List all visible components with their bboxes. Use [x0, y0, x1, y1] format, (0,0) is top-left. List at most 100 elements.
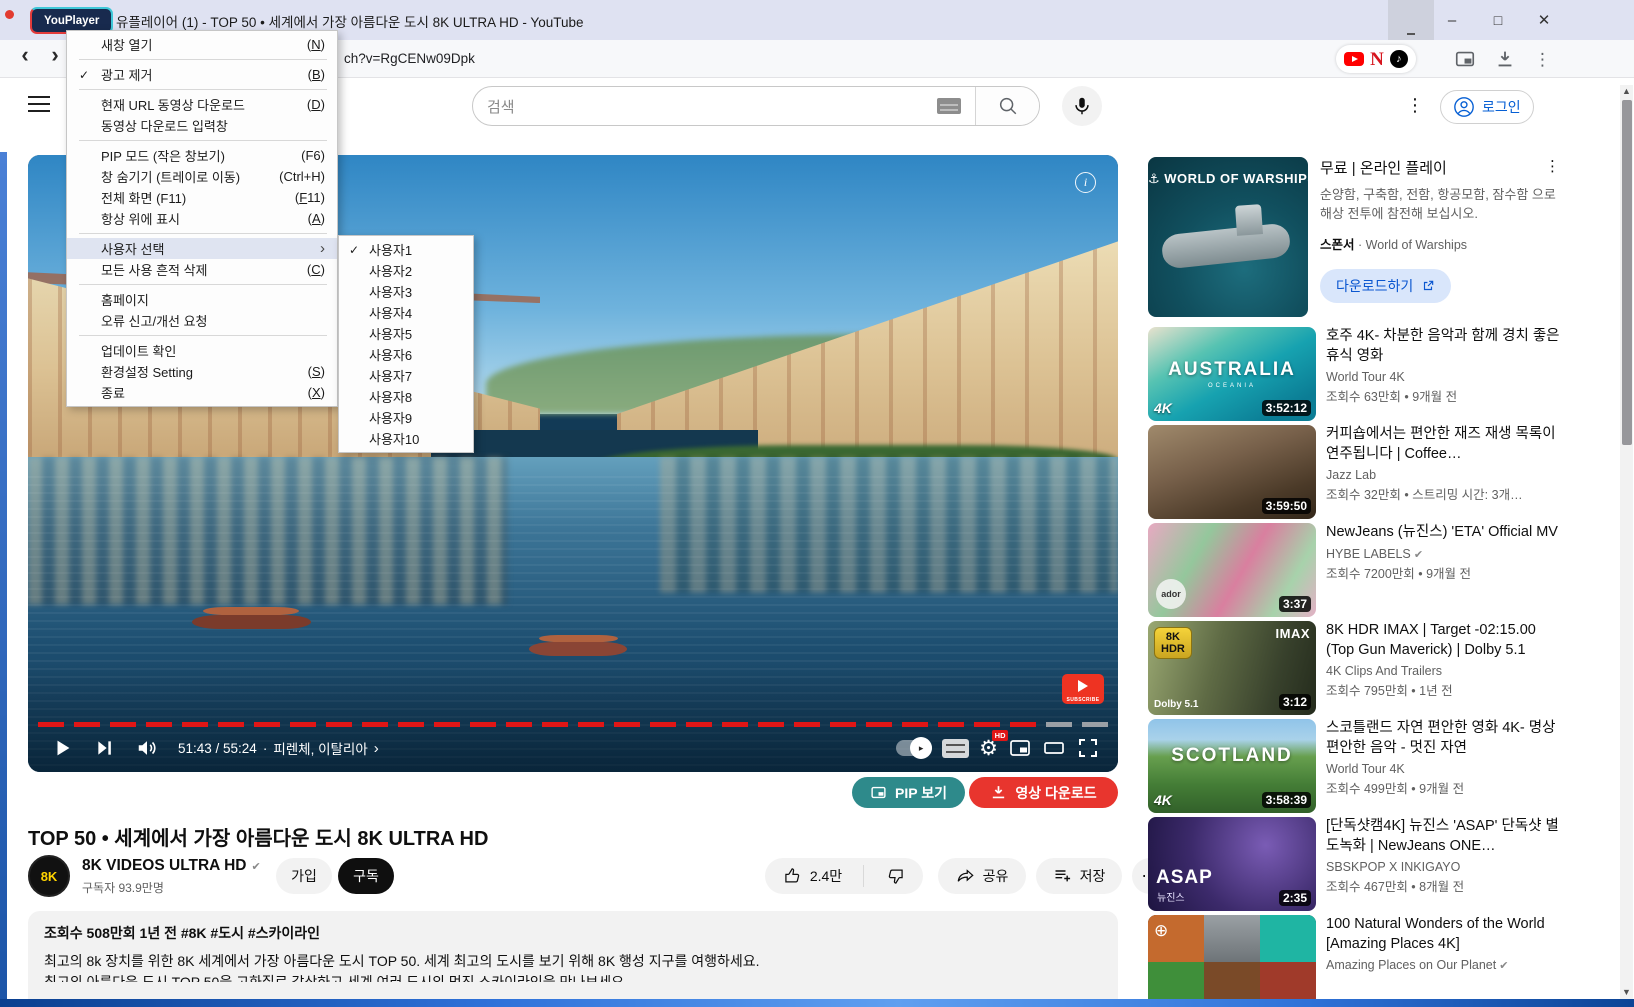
description-box[interactable]: 조회수 508만회 1년 전 #8K #도시 #스카이라인 최고의 8k 장치를…: [28, 911, 1118, 1007]
settings-button[interactable]: ⚙ HD: [979, 736, 998, 761]
hamburger-menu-icon[interactable]: [28, 96, 50, 112]
pip-toolbar-icon[interactable]: [1454, 48, 1476, 70]
progress-bar[interactable]: [38, 722, 1108, 727]
menu-item[interactable]: PIP 모드 (작은 창보기)(F6): [67, 145, 337, 166]
menu-item[interactable]: ✓사용자1: [339, 239, 473, 260]
menu-item[interactable]: 창 숨기기 (트레이로 이동)(Ctrl+H): [67, 166, 337, 187]
video-thumbnail[interactable]: 8K HDRIMAXDolby 5.13:12: [1148, 621, 1316, 715]
like-button[interactable]: 2.4만: [769, 858, 856, 894]
menu-item[interactable]: 동영상 다운로드 입력창: [67, 115, 337, 136]
video-list-item[interactable]: ASAP뉴진스2:35[단독샷캠4K] 뉴진스 'ASAP' 단독샷 별도녹화 …: [1148, 817, 1560, 907]
menu-item[interactable]: 사용자4: [339, 302, 473, 323]
menu-item[interactable]: 사용자 선택›: [67, 238, 337, 259]
ad-thumbnail[interactable]: ⚓ WORLD OF WARSHIPS: [1148, 157, 1308, 317]
menu-item[interactable]: 전체 화면 (F11)(F11): [67, 187, 337, 208]
sponsored-ad-item[interactable]: ⚓ WORLD OF WARSHIPS무료 | 온라인 플레이⋮순양함, 구축함…: [1148, 157, 1560, 317]
video-list-item[interactable]: ador3:37NewJeans (뉴진스) 'ETA' Official MV…: [1148, 523, 1560, 613]
back-button[interactable]: ‹: [12, 42, 38, 68]
search-bar: 검색: [472, 86, 1040, 126]
menu-item[interactable]: 모든 사용 흔적 삭제(C): [67, 259, 337, 280]
keyboard-icon[interactable]: [937, 98, 961, 114]
dot-separator: ·: [263, 741, 268, 756]
tiktok-icon[interactable]: ♪: [1390, 50, 1408, 68]
youtube-watermark[interactable]: SUBSCRIBE: [1062, 674, 1104, 704]
video-list-item[interactable]: 3:59:50커피숍에서는 편안한 재즈 재생 목록이 연주됩니다 | Coff…: [1148, 425, 1560, 515]
autoplay-toggle[interactable]: ▸: [896, 740, 932, 756]
menu-shortcut: (B): [308, 67, 325, 82]
page-scrollbar[interactable]: ▲ ▼: [1620, 85, 1633, 999]
search-input[interactable]: 검색: [473, 87, 975, 125]
video-thumbnail[interactable]: 3:59:50: [1148, 425, 1316, 519]
chapter-label[interactable]: 피렌체, 이탈리아: [273, 738, 367, 758]
maximize-button[interactable]: □: [1476, 0, 1520, 40]
search-button[interactable]: [975, 87, 1039, 125]
minimize-button[interactable]: –: [1430, 0, 1474, 40]
menu-item[interactable]: 사용자3: [339, 281, 473, 302]
menu-item[interactable]: ✓광고 제거(B): [67, 64, 337, 85]
join-button[interactable]: 가입: [276, 858, 332, 894]
play-button[interactable]: [46, 731, 80, 765]
menu-item[interactable]: 현재 URL 동영상 다운로드(D): [67, 94, 337, 115]
info-icon[interactable]: i: [1075, 172, 1096, 193]
scrollbar-thumb[interactable]: [1622, 100, 1632, 445]
video-thumbnail[interactable]: ador3:37: [1148, 523, 1316, 617]
video-list-item[interactable]: SCOTLAND4K3:58:39스코틀랜드 자연 편안한 영화 4K- 명상 …: [1148, 719, 1560, 809]
video-list-item[interactable]: AUSTRALIAOCEANIA4K3:52:12호주 4K- 차분한 음악과 …: [1148, 327, 1560, 417]
menu-item[interactable]: 업데이트 확인: [67, 340, 337, 361]
chevron-right-icon[interactable]: ›: [374, 740, 379, 757]
menu-item[interactable]: 홈페이지: [67, 289, 337, 310]
menu-item[interactable]: 사용자2: [339, 260, 473, 281]
video-thumbnail[interactable]: ASAP뉴진스2:35: [1148, 817, 1316, 911]
share-button[interactable]: 공유: [938, 858, 1026, 894]
fullscreen-icon[interactable]: [1076, 736, 1100, 760]
menu-item[interactable]: 사용자6: [339, 344, 473, 365]
menu-item[interactable]: 환경설정 Setting(S): [67, 361, 337, 382]
channel-avatar[interactable]: 8K: [28, 855, 70, 897]
url-field[interactable]: ch?v=RgCENw09Dpk: [344, 51, 475, 66]
thumb-text: SCOTLAND: [1148, 745, 1316, 767]
video-list-item[interactable]: 8K HDRIMAXDolby 5.13:128K HDR IMAX | Tar…: [1148, 621, 1560, 711]
download-toolbar-icon[interactable]: [1494, 48, 1516, 70]
subtitles-icon[interactable]: [942, 739, 969, 758]
menu-shortcut: (Ctrl+H): [279, 169, 325, 184]
next-button[interactable]: [88, 731, 122, 765]
channel-name[interactable]: 8K VIDEOS ULTRA HD ✔: [82, 857, 261, 875]
menu-item[interactable]: 종료(X): [67, 382, 337, 403]
youtube-icon[interactable]: [1344, 52, 1364, 66]
menu-item[interactable]: 사용자10: [339, 428, 473, 449]
collage-cell: [1260, 915, 1316, 962]
video-thumbnail[interactable]: SCOTLAND4K3:58:39: [1148, 719, 1316, 813]
login-button[interactable]: 로그인: [1440, 90, 1534, 124]
volume-icon[interactable]: [130, 731, 164, 765]
menu-item[interactable]: 오류 신고/개선 요청: [67, 310, 337, 331]
close-button[interactable]: ✕: [1522, 0, 1566, 40]
menu-item[interactable]: 항상 위에 표시(A): [67, 208, 337, 229]
forward-button[interactable]: ›: [42, 42, 68, 68]
user-select-submenu: ✓사용자1사용자2사용자3사용자4사용자5사용자6사용자7사용자8사용자9사용자…: [338, 235, 474, 453]
hd-badge: HD: [992, 730, 1008, 741]
browser-menu-icon[interactable]: ⋮: [1534, 50, 1551, 70]
ad-download-button[interactable]: 다운로드하기: [1320, 269, 1451, 303]
video-list-item[interactable]: ⊕100 Natural Wonders of the World [Amazi…: [1148, 915, 1560, 1005]
subscribe-button[interactable]: 구독: [338, 858, 394, 894]
person-icon: [1453, 96, 1475, 118]
scroll-down-icon[interactable]: ▼: [1620, 986, 1633, 999]
dislike-button[interactable]: [871, 858, 919, 894]
menu-item[interactable]: 사용자5: [339, 323, 473, 344]
miniplayer-icon[interactable]: [1008, 736, 1032, 760]
mic-button[interactable]: [1062, 86, 1102, 126]
menu-item[interactable]: 사용자7: [339, 365, 473, 386]
pip-view-button[interactable]: PIP 보기: [852, 777, 965, 808]
netflix-icon[interactable]: N: [1370, 50, 1384, 69]
save-button[interactable]: 저장: [1036, 858, 1122, 894]
video-download-button[interactable]: 영상 다운로드: [969, 777, 1118, 808]
scroll-up-icon[interactable]: ▲: [1620, 85, 1633, 98]
menu-item[interactable]: 새창 열기(N): [67, 34, 337, 55]
header-menu-icon[interactable]: ⋮: [1406, 95, 1424, 116]
menu-item[interactable]: 사용자8: [339, 386, 473, 407]
video-thumbnail[interactable]: AUSTRALIAOCEANIA4K3:52:12: [1148, 327, 1316, 421]
video-thumbnail[interactable]: ⊕: [1148, 915, 1316, 1007]
ad-menu-icon[interactable]: ⋮: [1545, 157, 1560, 175]
theater-mode-icon[interactable]: [1042, 736, 1066, 760]
menu-item[interactable]: 사용자9: [339, 407, 473, 428]
